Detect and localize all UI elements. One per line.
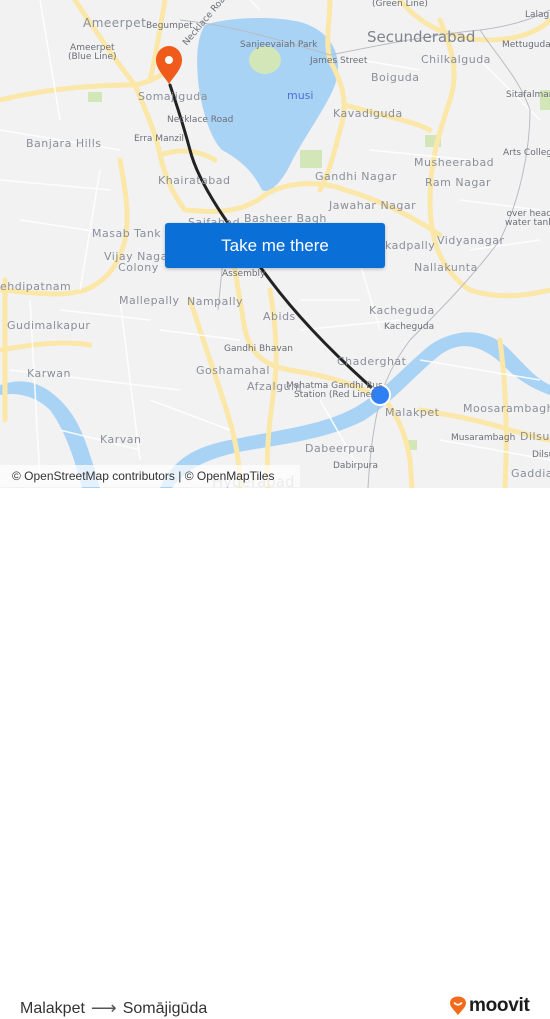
place-label: Chaderghat [337, 355, 407, 368]
map-attribution[interactable]: © OpenStreetMap contributors | © OpenMap… [0, 465, 300, 487]
place-label: Karvan [100, 433, 142, 446]
place-label: Nampally [187, 295, 244, 308]
place-label: Arts College [503, 148, 550, 158]
arrow-right-icon: ⟶ [90, 998, 117, 1018]
route-summary: Malakpet ⟶ Somājigūda [20, 998, 207, 1019]
place-label: Begumpet [146, 21, 193, 31]
park [300, 150, 322, 168]
place-label: Kavadiguda [333, 107, 403, 120]
place-label: Vijay Nagar Colony [104, 250, 173, 274]
destination-label: Somājigūda [122, 999, 208, 1017]
take-me-there-button[interactable]: Take me there [165, 223, 385, 268]
place-label: Dilsu [532, 450, 550, 460]
place-label: Ameerpet [83, 16, 147, 30]
place-label: Dabeerpura [305, 442, 376, 455]
city-label: Secunderabad [367, 28, 476, 46]
place-label: Jawahar Nagar [329, 199, 417, 212]
place-label: Mallepally [119, 294, 180, 307]
place-label: Khairatabad [158, 174, 231, 187]
moovit-logo[interactable]: moovit [449, 995, 530, 1017]
place-label: Boiguda [371, 71, 420, 84]
place-label: Afzalgunj [247, 380, 303, 393]
place-label: Nallakunta [414, 261, 478, 274]
station-label: Kacheguda [384, 322, 435, 332]
poi-label: over head water tank [505, 209, 550, 228]
moovit-pin-icon [450, 996, 466, 1015]
place-label: Erra Manzil [134, 134, 185, 144]
place-label: Malakpet [385, 406, 440, 419]
metro-station-label: Ameerpet (Blue Line) [68, 43, 117, 62]
place-label: Mettuguda [502, 40, 550, 50]
place-label: Lalagu [525, 10, 550, 20]
place-label: Gandhi Bhavan [224, 344, 293, 354]
origin-label: Malakpet [20, 999, 85, 1017]
water-label: musi [287, 89, 314, 102]
place-label: Moosarambagh [463, 402, 550, 415]
place-label: Gudimalkapur [7, 319, 91, 332]
place-label: Masab Tank [92, 227, 162, 240]
place-label: Dilsu [520, 430, 550, 443]
place-label: Somajiguda [138, 90, 208, 103]
place-label: Banjara Hills [26, 137, 102, 150]
place-label: Musarambagh [451, 433, 516, 443]
place-label: Ram Nagar [425, 176, 492, 189]
footer: Malakpet ⟶ Somājigūda moovit [0, 488, 550, 1018]
brand-name: moovit [469, 995, 530, 1016]
place-label: Kacheguda [369, 304, 435, 317]
park-label: Sanjeevaiah Park [240, 40, 318, 50]
place-label: Sitafalman [506, 90, 550, 100]
park [88, 92, 102, 102]
place-label: Musheerabad [414, 156, 495, 169]
place-label: Gandhi Nagar [315, 170, 397, 183]
place-label: Assembly [222, 269, 266, 279]
place-label: James Street [310, 56, 368, 66]
map-view[interactable]: Ameerpet Ameerpet (Blue Line) Begumpet N… [0, 0, 550, 488]
place-label: Gaddia [511, 467, 550, 480]
sanjeevaiah-park [249, 46, 281, 74]
place-label: Goshamahal [196, 364, 270, 377]
place-label: kadpally [385, 239, 436, 252]
place-label: Dabirpura [333, 461, 378, 471]
place-label: Abids [263, 310, 296, 323]
place-label: ehdipatnam [0, 280, 72, 293]
road-label: Necklace Road [167, 115, 234, 125]
metro-station-label: (Green Line) [372, 0, 428, 9]
place-label: Vidyanagar [437, 234, 505, 247]
place-label: Karwan [27, 367, 71, 380]
place-label: Chilkalguda [421, 53, 491, 66]
